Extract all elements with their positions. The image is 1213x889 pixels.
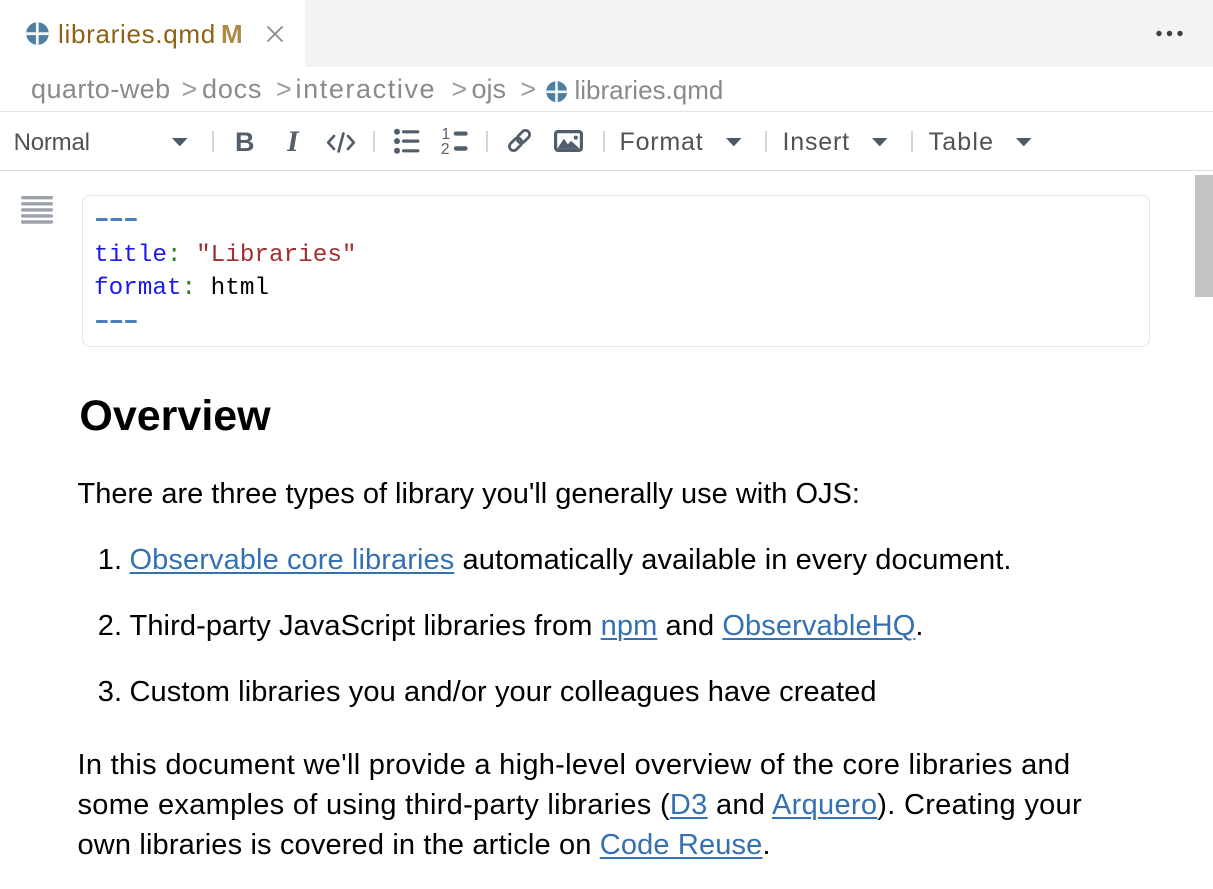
svg-text:2: 2 <box>441 141 450 155</box>
